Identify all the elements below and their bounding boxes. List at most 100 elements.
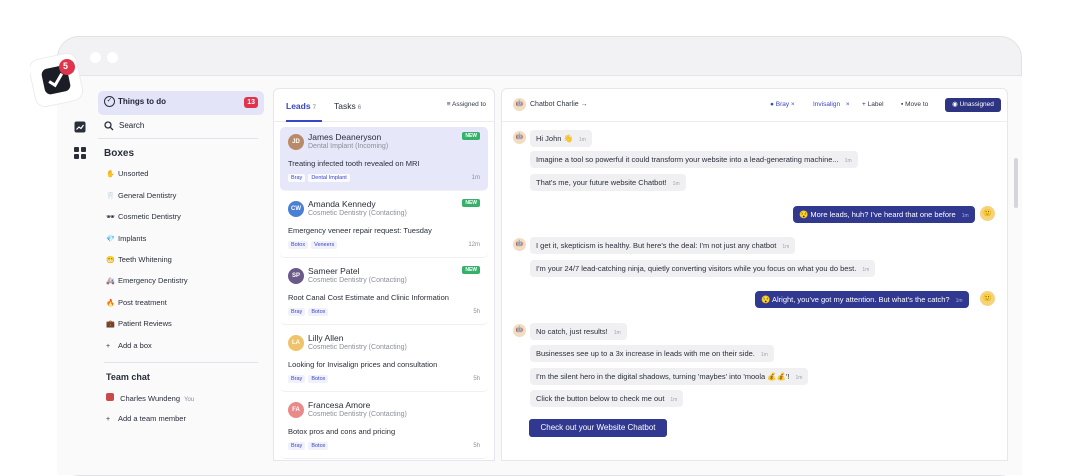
new-badge: NEW — [462, 132, 480, 140]
tab-label: Tasks — [334, 101, 356, 111]
unassigned-button[interactable]: ◉ Unassigned — [945, 98, 1001, 112]
lead-tags: Bray Botox — [288, 308, 331, 316]
team-member-you: You — [184, 397, 195, 403]
tag[interactable]: Botox — [308, 442, 329, 450]
message-time: 1m — [578, 137, 586, 143]
message-time: 1m — [672, 181, 680, 187]
tag-chip-bray[interactable]: ● Bray × — [770, 101, 795, 108]
tag-chip-invisalign[interactable]: Invisalign × — [813, 101, 850, 108]
sunglasses-icon: 🕶 — [106, 214, 115, 221]
avatar: CW — [288, 201, 304, 217]
tag[interactable]: Bray — [288, 442, 306, 450]
move-text: Move to — [905, 101, 929, 108]
message-time: 1m — [795, 375, 803, 381]
website-chatbot-button[interactable]: Check out your Website Chatbot — [529, 419, 667, 437]
box-label: Patient Reviews — [118, 319, 172, 328]
message-time: 1m — [613, 330, 621, 336]
assigned-to-filter[interactable]: ≡ Assigned to — [447, 101, 486, 108]
chat-message-incoming: No catch, just results! 1m — [530, 323, 627, 340]
search-label: Search — [119, 121, 145, 130]
tag[interactable]: Dental Implant — [308, 174, 350, 182]
tag[interactable]: Veneers — [311, 241, 338, 249]
lead-subtitle: Cosmetic Dentistry (Contacting) — [308, 411, 407, 418]
box-label: Teeth Whitening — [118, 255, 172, 264]
tab-tasks[interactable]: Tasks 6 — [334, 101, 361, 111]
close-icon[interactable]: × — [791, 101, 795, 108]
message-time: 1m — [955, 298, 963, 304]
box-item-unsorted[interactable]: ✋ Unsorted — [106, 169, 148, 178]
message-text: 😯 Alright, you've got my attention. But … — [761, 295, 950, 304]
lead-time: 12m — [468, 242, 480, 248]
box-label: General Dentistry — [118, 191, 177, 200]
lead-time: 5h — [473, 309, 480, 315]
lead-name: Sameer Patel — [308, 266, 360, 276]
close-icon[interactable]: × — [846, 101, 850, 108]
add-box-button[interactable]: + Add a box — [106, 341, 152, 350]
tag[interactable]: Botox — [288, 241, 309, 249]
scrollbar[interactable] — [1014, 158, 1018, 208]
team-chat-title: Team chat — [106, 372, 150, 382]
assigned-label: Assigned to — [452, 101, 486, 108]
things-to-do-label: Things to do — [118, 97, 166, 106]
lead-card[interactable]: FA Francesa Amore Cosmetic Dentistry (Co… — [280, 395, 488, 459]
divider — [104, 362, 258, 363]
chat-message-incoming: Click the button below to check me out 1m — [530, 390, 684, 407]
tab-leads[interactable]: Leads 7 — [286, 101, 316, 111]
add-label-button[interactable]: + Label — [862, 101, 884, 108]
lead-message: Treating infected tooth revealed on MRI — [288, 159, 420, 168]
gem-icon: 💎 — [106, 236, 115, 243]
new-badge: NEW — [462, 266, 480, 274]
chart-icon[interactable] — [74, 121, 87, 134]
chat-message-incoming: Imagine a tool so powerful it could tran… — [530, 151, 858, 168]
lead-card[interactable]: LA Lilly Allen Cosmetic Dentistry (Conta… — [280, 328, 488, 392]
message-time: 1m — [760, 352, 768, 358]
move-to-button[interactable]: ▪ Move to — [901, 101, 928, 108]
unassigned-text: Unassigned — [959, 101, 994, 108]
tab-count: 6 — [357, 105, 362, 111]
chat-message-incoming: That's me, your future website Chatbot! 1… — [530, 174, 686, 191]
lead-subtitle: Cosmetic Dentistry (Contacting) — [308, 210, 407, 217]
lead-card[interactable]: CW Amanda Kennedy Cosmetic Dentistry (Co… — [280, 194, 488, 258]
label-text: Label — [867, 101, 884, 108]
box-label: Post treatment — [118, 298, 167, 307]
lead-card[interactable]: JD James Deaneryson Dental Implant (Inco… — [280, 127, 488, 191]
box-item-emergency-dentistry[interactable]: 🚑 Emergency Dentistry — [106, 276, 188, 285]
box-label: Add a box — [118, 341, 152, 350]
tag[interactable]: Bray — [288, 174, 306, 182]
app-logo[interactable]: 5 — [28, 50, 90, 110]
message-time: 1m — [862, 267, 870, 273]
things-to-do-item[interactable]: ✓ Things to do 13 — [98, 91, 264, 115]
tag[interactable]: Bray — [288, 308, 306, 316]
lead-message: Botox pros and cons and pricing — [288, 427, 396, 436]
bot-name: Chatbot Charlie — [530, 101, 579, 108]
chat-message-incoming: I get it, skepticism is healthy. But her… — [530, 237, 796, 254]
search-icon — [104, 121, 114, 131]
boxes-title: Boxes — [104, 148, 135, 159]
lead-card[interactable]: SP Sameer Patel Cosmetic Dentistry (Cont… — [280, 261, 488, 325]
box-item-patient-reviews[interactable]: 💼 Patient Reviews — [106, 319, 172, 328]
bot-name-link[interactable]: Chatbot Charlie → — [530, 101, 588, 108]
lead-tags: Bray Botox — [288, 375, 331, 383]
tag[interactable]: Botox — [308, 375, 329, 383]
team-member-item[interactable]: Charles Wundeng You — [106, 393, 194, 403]
leads-panel: Leads 7 Tasks 6 ≡ Assigned to JD James Dea… — [273, 88, 495, 461]
message-time: 1m — [961, 213, 969, 219]
active-tab-indicator — [286, 120, 322, 122]
tag[interactable]: Bray — [288, 375, 306, 383]
tag[interactable]: Botox — [308, 308, 329, 316]
lead-name: Lilly Allen — [308, 333, 344, 343]
box-item-implants[interactable]: 💎 Implants — [106, 234, 146, 243]
box-item-general-dentistry[interactable]: 🦷 General Dentistry — [106, 191, 176, 200]
add-team-member-button[interactable]: + Add a team member — [106, 414, 186, 423]
message-text: That's me, your future website Chatbot! — [536, 178, 667, 187]
chat-message-incoming: I'm the silent hero in the digital shado… — [530, 368, 809, 385]
box-item-cosmetic-dentistry[interactable]: 🕶 Cosmetic Dentistry — [106, 212, 181, 221]
box-item-post-treatment[interactable]: 🔥 Post treatment — [106, 298, 167, 307]
message-text: Click the button below to check me out — [536, 394, 665, 403]
boxes-grid-icon[interactable] — [74, 147, 87, 160]
lead-time: 5h — [473, 443, 480, 449]
tag-label: Bray — [775, 101, 790, 108]
box-item-teeth-whitening[interactable]: 😁 Teeth Whitening — [106, 255, 172, 264]
ambulance-icon: 🚑 — [106, 278, 115, 285]
bot-avatar-icon: 🤖 — [513, 98, 526, 111]
